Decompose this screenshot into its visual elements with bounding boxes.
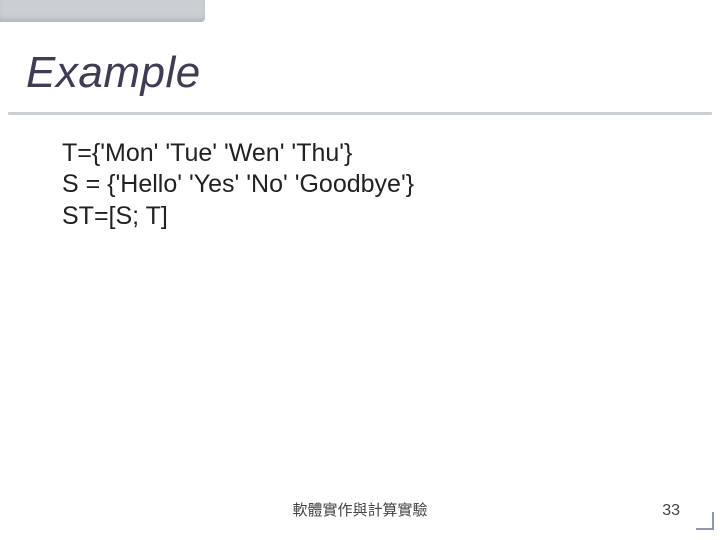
- code-line: T={'Mon' 'Tue' 'Wen' 'Thu'}: [62, 138, 680, 169]
- footer-text: 軟體實作與計算實驗: [0, 499, 720, 520]
- page-number: 33: [662, 502, 680, 520]
- code-line: ST=[S; T]: [62, 201, 680, 232]
- slide-title: Example: [26, 48, 201, 98]
- corner-accent-icon: [694, 510, 714, 530]
- title-underline: [8, 112, 712, 115]
- top-decorative-bar: [0, 0, 205, 22]
- slide-body: T={'Mon' 'Tue' 'Wen' 'Thu'} S = {'Hello'…: [62, 138, 680, 232]
- code-line: S = {'Hello' 'Yes' 'No' 'Goodbye'}: [62, 169, 680, 200]
